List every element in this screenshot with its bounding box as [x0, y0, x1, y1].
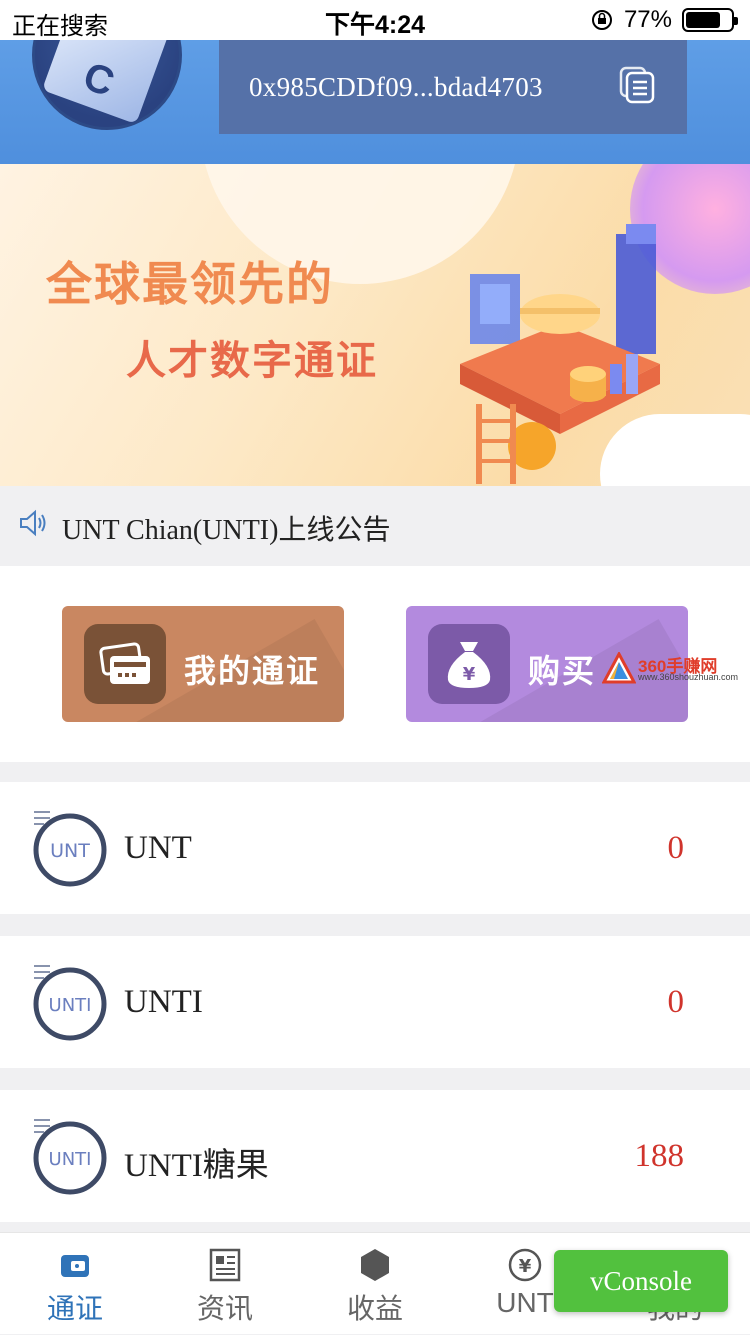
promo-banner[interactable]: 全球最领先的 人才数字通证 — [0, 164, 750, 486]
wallet-address: 0x985CDDf09...bdad4703 — [249, 72, 543, 102]
asset-row-unt[interactable]: UNT UNT 0 — [0, 782, 750, 914]
speaker-icon — [20, 509, 46, 537]
asset-balance: 188 — [634, 1138, 685, 1174]
news-icon — [209, 1248, 241, 1282]
battery-icon — [682, 8, 738, 32]
watermark-logo-icon — [602, 652, 636, 684]
announcement-text: UNT Chian(UNTI)上线公告 — [62, 515, 391, 546]
status-bar: 正在搜索 下午4:24 77% — [0, 0, 750, 40]
hexagon-icon — [361, 1249, 389, 1281]
wallet-address-box[interactable]: 0x985CDDf09...bdad4703 — [219, 40, 687, 134]
banner-headline: 全球最领先的 — [46, 258, 334, 310]
money-bag-icon: ¥ — [428, 624, 510, 704]
my-token-label: 我的通证 — [184, 653, 321, 689]
logo-letter: C — [77, 54, 120, 106]
buy-label: 购买 — [528, 653, 597, 689]
tab-tongzheng[interactable]: 通证 — [0, 1233, 150, 1335]
svg-text:UNTI: UNTI — [49, 995, 92, 1016]
watermark-url: www.360shouzhuan.com — [638, 672, 739, 682]
wallet-card-icon — [84, 624, 166, 704]
asset-row-unti-candy[interactable]: UNTI UNTI糖果 188 — [0, 1090, 750, 1222]
asset-balance: 0 — [667, 984, 685, 1020]
yen-circle-icon: ¥ — [508, 1248, 542, 1282]
status-indicators: 77% — [590, 6, 738, 34]
watermark: 360手赚网 www.360shouzhuan.com — [602, 652, 750, 686]
unt-coin-icon: UNT — [33, 811, 107, 887]
unti-coin-icon: UNTI — [33, 965, 107, 1041]
svg-text:UNTI: UNTI — [49, 1149, 92, 1170]
tab-earnings[interactable]: 收益 — [300, 1233, 450, 1335]
banner-subheadline: 人才数字通证 — [126, 339, 378, 383]
tab-label: 通证 — [46, 1293, 103, 1324]
svg-text:UNT: UNT — [50, 840, 90, 862]
battery-fill — [686, 12, 720, 28]
orientation-lock-icon — [591, 10, 612, 30]
asset-balance: 0 — [667, 830, 685, 866]
asset-name: UNTI — [124, 984, 203, 1020]
tab-label: 收益 — [346, 1293, 403, 1324]
wallet-header: C 0x985CDDf09...bdad4703 — [0, 40, 750, 164]
svg-text:¥: ¥ — [463, 664, 476, 685]
announcement-bar[interactable]: UNT Chian(UNTI)上线公告 — [0, 486, 750, 564]
svg-text:¥: ¥ — [519, 1256, 532, 1277]
tab-news[interactable]: 资讯 — [150, 1233, 300, 1335]
unti-candy-coin-icon: UNTI — [33, 1119, 107, 1195]
battery-percent: 77% — [623, 6, 672, 33]
asset-name: UNT — [124, 830, 192, 866]
asset-name: UNTI糖果 — [124, 1148, 269, 1184]
vconsole-button[interactable]: vConsole — [554, 1250, 728, 1312]
wallet-icon — [61, 1255, 89, 1277]
tab-label: 资讯 — [196, 1293, 253, 1324]
my-token-button[interactable]: 我的通证 — [62, 606, 344, 722]
copy-icon[interactable] — [619, 66, 655, 104]
asset-row-unti[interactable]: UNTI UNTI 0 — [0, 936, 750, 1068]
